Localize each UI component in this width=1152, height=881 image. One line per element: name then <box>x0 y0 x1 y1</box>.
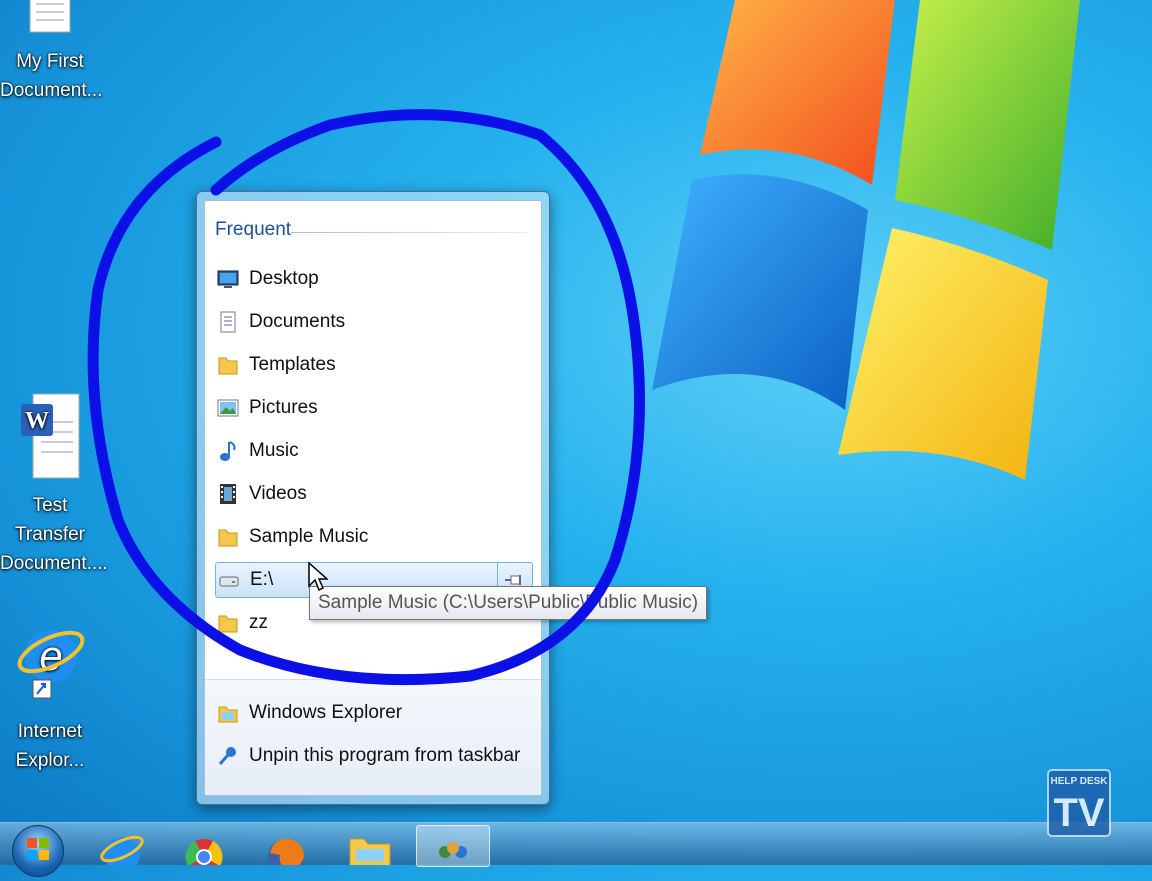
taskbar-windows-explorer[interactable] <box>334 825 406 868</box>
desktop-icon-label: Document... <box>0 80 103 101</box>
watermark-line2: TV <box>1053 791 1104 835</box>
users-icon <box>439 842 467 858</box>
desktop-icon-label: Explor... <box>15 750 85 771</box>
pictures-icon <box>217 399 239 417</box>
mouse-cursor-icon <box>308 562 328 592</box>
taskbar-chrome[interactable] <box>168 825 240 875</box>
watermark-line1: HELP DESK <box>1050 776 1108 787</box>
jump-item-desktop[interactable]: Desktop <box>215 261 533 297</box>
jump-item-videos[interactable]: Videos <box>215 476 533 512</box>
desktop-icon-test-transfer-document[interactable]: W Test Transfer Document.... <box>0 392 108 578</box>
task-windows-explorer[interactable]: Windows Explorer <box>215 695 533 731</box>
jump-item-label: Sample Music <box>249 526 369 547</box>
jump-item-sample-music[interactable]: Sample Music <box>215 519 533 555</box>
jump-item-label: E:\ <box>250 569 274 590</box>
task-label: Windows Explorer <box>249 702 403 723</box>
explorer-jump-list: Frequent Desktop Documents Templates Pic… <box>196 191 550 805</box>
jump-item-label: Videos <box>249 483 307 504</box>
jump-item-label: Documents <box>249 311 346 332</box>
desktop-icon-label: Internet <box>17 721 83 742</box>
chrome-icon <box>185 839 223 875</box>
documents-icon <box>220 311 236 333</box>
jump-item-documents[interactable]: Documents <box>215 304 533 340</box>
drive-icon <box>219 576 239 587</box>
document-file-icon <box>29 0 71 33</box>
desktop-icon-label: Test Transfer <box>14 495 86 545</box>
folder-icon <box>218 615 238 633</box>
word-document-icon: W <box>21 393 80 479</box>
jump-list-separator <box>205 679 541 680</box>
taskbar-firefox[interactable] <box>250 825 322 875</box>
jump-item-label: zz <box>249 612 268 633</box>
taskbar-active-program[interactable] <box>416 825 490 867</box>
jump-item-templates[interactable]: Templates <box>215 347 533 383</box>
folder-icon <box>218 357 238 375</box>
desktop-icon-label: My First <box>16 51 84 72</box>
start-button[interactable] <box>12 825 64 877</box>
jump-item-pictures[interactable]: Pictures <box>215 390 533 426</box>
windows-explorer-icon <box>218 706 238 723</box>
jump-item-label: Templates <box>249 354 336 375</box>
taskbar <box>0 822 1152 877</box>
jump-item-label: Pictures <box>249 397 318 418</box>
videos-icon <box>220 484 236 504</box>
desktop-icon-label: Document.... <box>0 553 108 574</box>
task-unpin-from-taskbar[interactable]: Unpin this program from taskbar <box>215 738 533 774</box>
header-divider <box>291 232 527 233</box>
path-tooltip: Sample Music (C:\Users\Public\Public Mus… <box>309 586 708 620</box>
desktop-icon <box>217 270 239 288</box>
desktop-icon-my-first-document[interactable]: My First Document... <box>0 0 103 105</box>
firefox-icon <box>268 838 304 875</box>
task-label: Unpin this program from taskbar <box>249 745 521 766</box>
folder-icon <box>349 838 391 868</box>
internet-explorer-icon: e <box>17 630 85 699</box>
jump-list-panel: Frequent Desktop Documents Templates Pic… <box>204 200 542 796</box>
jump-list-header-frequent: Frequent <box>215 219 292 240</box>
desktop-icon-internet-explorer[interactable]: e Internet Explor... <box>0 612 100 775</box>
pin-icon <box>505 575 521 585</box>
svg-text:W: W <box>25 408 49 434</box>
music-note-icon <box>220 441 236 461</box>
taskbar-internet-explorer[interactable] <box>86 825 158 873</box>
unpin-icon <box>218 747 236 765</box>
jump-item-label: Music <box>249 440 299 461</box>
windows-logo <box>652 0 1080 480</box>
jump-item-music[interactable]: Music <box>215 433 533 469</box>
jump-item-label: Desktop <box>249 268 319 289</box>
help-desk-tv-logo: HELP DESK TV <box>1047 769 1111 837</box>
windows-flag-icon <box>27 838 49 860</box>
folder-icon <box>218 529 238 547</box>
internet-explorer-icon <box>100 835 144 873</box>
